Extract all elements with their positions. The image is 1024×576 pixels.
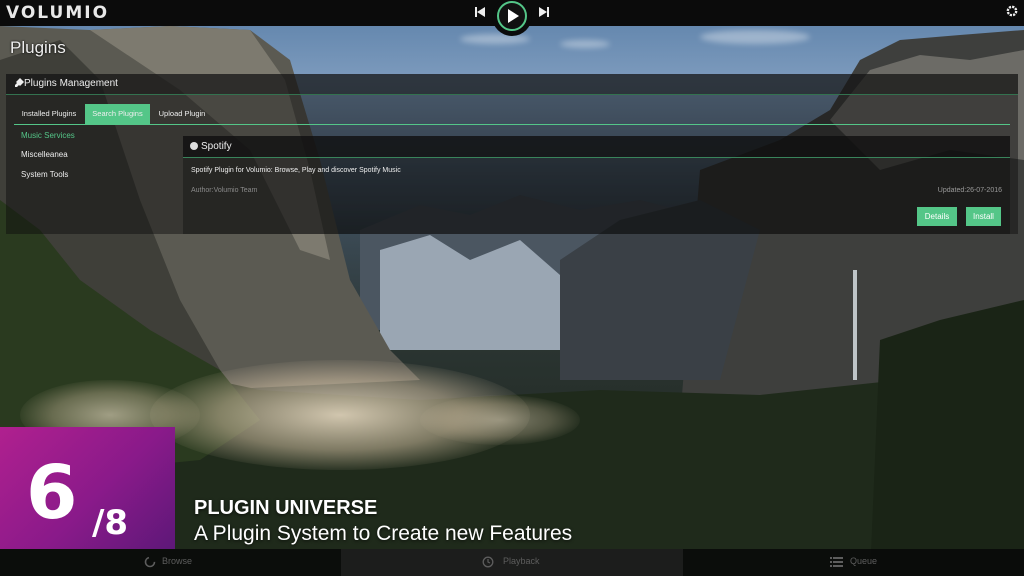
plugin-description: Spotify Plugin for Volumio: Browse, Play… <box>191 167 401 174</box>
page-title: Plugins <box>10 38 66 57</box>
bottom-nav: Browse Playback Queue <box>0 549 1024 576</box>
list-icon <box>830 557 843 567</box>
tab-search-plugins[interactable]: Search Plugins <box>85 104 150 124</box>
clock-icon <box>482 556 494 568</box>
install-button[interactable]: Install <box>966 207 1001 226</box>
spotify-icon <box>190 142 198 150</box>
category-miscelleanea[interactable]: Miscelleanea <box>21 150 68 159</box>
category-music-services[interactable]: Music Services <box>21 131 75 140</box>
refresh-icon <box>144 556 156 568</box>
step-total: /8 <box>92 503 129 543</box>
plugin-card-body: Spotify Plugin for Volumio: Browse, Play… <box>183 157 1010 234</box>
nav-browse[interactable]: Browse <box>162 556 192 566</box>
play-button[interactable] <box>497 1 527 31</box>
plug-icon <box>15 78 24 87</box>
nav-playback[interactable]: Playback <box>503 556 540 566</box>
plugin-name: Spotify <box>201 141 232 152</box>
tab-upload-plugin[interactable]: Upload Plugin <box>152 104 212 124</box>
volumio-screenshot: VOLUMIO Plugins Plugins Management Insta… <box>0 0 1024 576</box>
category-system-tools[interactable]: System Tools <box>21 170 68 179</box>
step-number: 6 <box>26 450 78 536</box>
details-button[interactable]: Details <box>917 207 957 226</box>
previous-track-icon[interactable] <box>473 5 487 19</box>
nav-queue[interactable]: Queue <box>850 556 877 566</box>
plugins-management-header: Plugins Management <box>6 74 1018 95</box>
caption-subtitle: A Plugin System to Create new Features <box>194 522 573 545</box>
caption-title: PLUGIN UNIVERSE <box>194 497 378 519</box>
next-track-icon[interactable] <box>537 5 551 19</box>
play-icon <box>508 9 519 23</box>
plugin-author: Author:Volumio Team <box>191 187 258 194</box>
plugin-card-header: Spotify <box>183 136 1010 158</box>
tab-installed-plugins[interactable]: Installed Plugins <box>14 104 84 124</box>
volumio-logo[interactable]: VOLUMIO <box>6 3 109 23</box>
plugin-updated: Updated:26-07-2016 <box>937 187 1002 194</box>
tabs-divider <box>14 124 1010 125</box>
gear-icon[interactable] <box>1005 4 1019 18</box>
plugins-management-label: Plugins Management <box>24 78 118 89</box>
